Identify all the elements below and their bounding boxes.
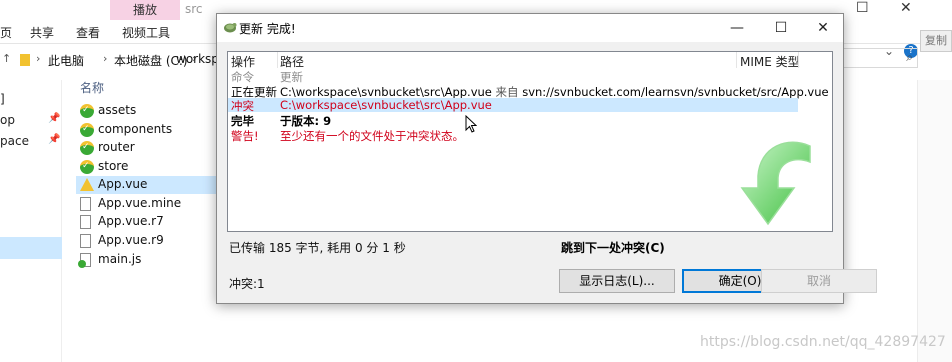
right-scroll-area — [917, 80, 952, 362]
search-input[interactable]: ⌕ — [840, 48, 918, 68]
column-separator[interactable] — [798, 52, 799, 68]
goto-next-conflict-link[interactable]: 跳到下一处冲突(C) — [561, 239, 665, 256]
log-row[interactable]: 命令 更新 — [228, 69, 798, 84]
up-arrow-icon[interactable]: ↑ — [2, 52, 11, 65]
cancel-button[interactable]: 取消 — [761, 269, 877, 293]
nav-item[interactable]: pace — [0, 134, 29, 148]
transfer-status: 已传输 185 字节, 耗用 0 分 1 秒 — [229, 241, 406, 255]
file-name: main.js — [98, 252, 142, 266]
log-action: 冲突 — [231, 99, 254, 113]
svn-ok-folder-icon — [80, 160, 94, 174]
log-action: 警告! — [231, 129, 259, 143]
file-name: App.vue — [98, 177, 148, 191]
file-row[interactable]: components — [76, 121, 216, 139]
explorer-maximize-icon[interactable]: ☐ — [856, 0, 869, 16]
mouse-cursor-icon — [465, 115, 477, 133]
folder-icon — [20, 54, 30, 66]
file-name: assets — [98, 103, 137, 117]
log-from-url: svn://svnbucket.com/learnsvn/svnbucket/s… — [522, 85, 829, 99]
log-path-local: C:\workspace\svnbucket\src\App.vue — [280, 85, 492, 99]
breadcrumb-chevron-icon: › — [36, 52, 41, 65]
ribbon-tab-home[interactable]: 页 — [0, 24, 12, 41]
svn-update-dialog: 更新 完成! — ☐ ✕ 操作 路径 MIME 类型 命令 更新 正在更新 C:… — [216, 13, 877, 304]
file-row[interactable]: App.vue.r7 — [76, 213, 216, 231]
nav-item[interactable]: op — [0, 113, 15, 127]
nav-item[interactable]: ] — [0, 92, 5, 106]
pin-icon: 📌 — [48, 134, 61, 145]
document-icon — [80, 215, 91, 229]
svn-ok-folder-icon — [80, 123, 94, 137]
ribbon-context-tab-play[interactable]: 播放 — [110, 0, 180, 20]
log-row-conflict-selected[interactable]: 冲突 C:\workspace\svnbucket\src\App.vue — [228, 98, 798, 113]
document-icon — [80, 197, 91, 211]
minimize-icon[interactable]: — — [715, 14, 759, 42]
ribbon-tab-view[interactable]: 查看 — [76, 24, 100, 41]
log-path: 于版本: 9 — [280, 114, 332, 128]
document-icon — [80, 234, 91, 248]
close-icon[interactable]: ✕ — [801, 14, 845, 42]
nav-item-selected[interactable] — [0, 237, 62, 259]
maximize-icon[interactable]: ☐ — [759, 14, 803, 42]
log-path: C:\workspace\svnbucket\src\App.vue — [280, 98, 492, 112]
column-header-action[interactable]: 操作 — [231, 53, 255, 70]
log-action: 命令 — [231, 70, 254, 84]
file-row[interactable]: App.vue.mine — [76, 195, 216, 213]
column-header-name[interactable]: 名称 — [80, 79, 104, 96]
svn-ok-js-icon — [78, 253, 91, 268]
file-name: App.vue.r9 — [98, 233, 164, 247]
search-icon: ⌕ — [906, 50, 913, 64]
ribbon-tab-video-tools[interactable]: 视频工具 — [122, 24, 170, 41]
log-row[interactable]: 完毕 于版本: 9 — [228, 113, 798, 128]
window-title-fragment: src — [185, 2, 203, 16]
column-header-path[interactable]: 路径 — [280, 53, 304, 70]
column-separator[interactable] — [736, 52, 737, 68]
svn-ok-folder-icon — [80, 104, 94, 118]
breadcrumb-this-pc[interactable]: 此电脑 — [48, 52, 84, 69]
file-name: router — [98, 140, 135, 154]
file-name: App.vue.r7 — [98, 214, 164, 228]
file-name: App.vue.mine — [98, 196, 182, 210]
show-log-button[interactable]: 显示日志(L)... — [559, 269, 675, 293]
file-row[interactable]: App.vue.r9 — [76, 232, 216, 250]
log-row[interactable]: 警告! 至少还有一个的文件处于冲突状态。 — [228, 128, 798, 143]
watermark-text: https://blog.csdn.net/qq_42897427 — [700, 334, 946, 350]
update-log-list[interactable]: 操作 路径 MIME 类型 命令 更新 正在更新 C:\workspace\sv… — [227, 51, 833, 232]
file-name: store — [98, 159, 129, 173]
tortoise-svn-icon — [224, 23, 237, 33]
conflict-count: 冲突:1 — [229, 277, 265, 291]
log-path: 更新 — [280, 70, 303, 84]
update-complete-arrow-icon — [740, 141, 811, 226]
column-header-mime[interactable]: MIME 类型 — [740, 53, 800, 70]
file-row[interactable]: router — [76, 139, 216, 157]
file-row[interactable]: store — [76, 158, 216, 176]
log-action: 完毕 — [231, 114, 254, 128]
breadcrumb-chevron-icon: › — [103, 52, 108, 65]
file-name: components — [98, 122, 173, 136]
explorer-close-icon[interactable]: ✕ — [900, 0, 912, 16]
log-path: 至少还有一个的文件处于冲突状态。 — [280, 129, 464, 143]
column-separator[interactable] — [277, 52, 278, 68]
log-row[interactable]: 正在更新 C:\workspace\svnbucket\src\App.vue … — [228, 84, 829, 99]
svn-conflict-icon — [80, 178, 94, 191]
pin-icon: 📌 — [48, 113, 61, 124]
ribbon-tab-share[interactable]: 共享 — [30, 24, 54, 41]
svn-ok-folder-icon — [80, 141, 94, 155]
dialog-title: 更新 完成! — [239, 22, 296, 36]
log-from-label: 来自 — [495, 85, 519, 99]
file-row[interactable]: assets — [76, 102, 216, 120]
file-row[interactable]: main.js — [76, 251, 216, 269]
dialog-titlebar[interactable]: 更新 完成! — ☐ ✕ — [217, 14, 843, 42]
file-row-selected[interactable]: App.vue — [76, 176, 216, 194]
navigation-pane: ] op 📌 pace 📌 — [0, 80, 62, 362]
